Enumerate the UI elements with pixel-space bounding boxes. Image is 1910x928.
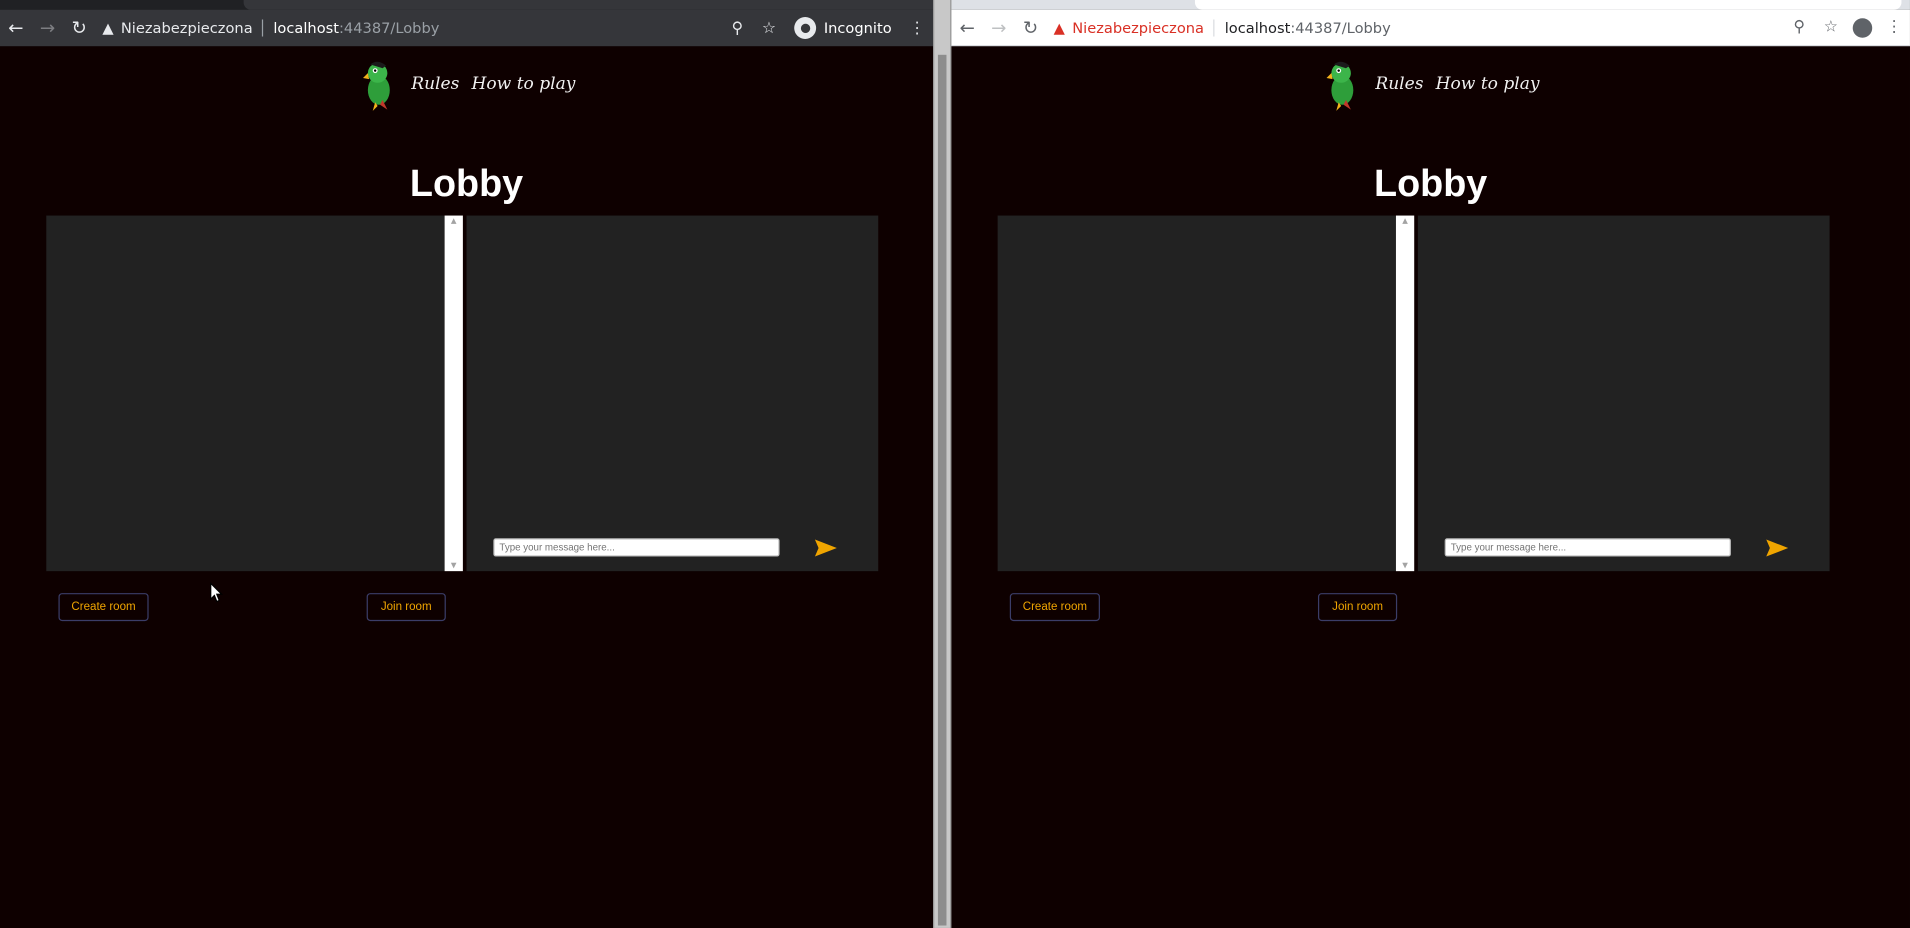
incognito-label: Incognito — [823, 19, 892, 37]
join-room-button[interactable]: Join room — [366, 593, 446, 622]
scroll-up-icon[interactable]: ▲ — [1396, 217, 1414, 226]
security-label[interactable]: Niezabezpieczona — [121, 19, 253, 36]
url-host[interactable]: localhost — [1225, 19, 1291, 36]
url-host[interactable]: localhost — [273, 19, 339, 36]
parrot-logo-icon[interactable] — [358, 56, 399, 112]
site-header: Rules How to play — [951, 56, 1910, 112]
forward-arrow-icon[interactable]: → — [32, 12, 64, 44]
room-list-panel[interactable] — [46, 215, 445, 572]
window-splitter[interactable] — [933, 0, 952, 928]
room-list-scrollbar[interactable]: ▲ ▼ — [1395, 215, 1415, 572]
page-viewport: Rules How to play Lobby ▲ ▼ Type your me… — [951, 46, 1910, 928]
menu-dots-icon[interactable]: ⋮ — [1878, 12, 1910, 44]
site-header: Rules How to play — [0, 56, 933, 112]
create-room-button[interactable]: Create room — [1009, 593, 1100, 622]
tab-strip — [951, 0, 1910, 10]
nav-link-rules[interactable]: Rules — [1375, 74, 1423, 93]
back-arrow-icon[interactable]: ← — [951, 12, 983, 44]
address-bar[interactable]: ▲ Niezabezpieczona localhost:44387/Lobby — [1046, 12, 1783, 44]
browser-tab[interactable] — [1194, 0, 1902, 10]
chat-message-input[interactable]: Type your message here... — [493, 538, 780, 557]
chat-panel: Type your message here... — [466, 215, 879, 572]
incognito-indicator[interactable]: ● Incognito — [785, 17, 902, 39]
browser-window-normal: ← → ↻ ▲ Niezabezpieczona localhost:44387… — [951, 0, 1910, 928]
page-title: Lobby — [409, 161, 524, 205]
forward-arrow-icon[interactable]: → — [983, 12, 1015, 44]
send-icon[interactable] — [1765, 538, 1789, 557]
warning-icon[interactable]: ▲ — [1054, 19, 1065, 36]
zoom-icon[interactable]: ⚲ — [721, 12, 753, 44]
star-icon[interactable]: ☆ — [753, 12, 785, 44]
scroll-down-icon[interactable]: ▼ — [445, 561, 463, 570]
send-icon[interactable] — [814, 538, 838, 557]
scroll-up-icon[interactable]: ▲ — [445, 217, 463, 226]
nav-link-rules[interactable]: Rules — [411, 74, 459, 93]
page-viewport: Rules How to play Lobby ▲ ▼ Type your me… — [0, 46, 934, 928]
url-path[interactable]: :44387/Lobby — [1290, 19, 1390, 36]
room-list-scrollbar[interactable]: ▲ ▼ — [444, 215, 463, 572]
browser-tab[interactable] — [243, 0, 934, 10]
reload-icon[interactable]: ↻ — [63, 12, 95, 44]
url-separator — [262, 19, 264, 37]
zoom-icon[interactable]: ⚲ — [1783, 12, 1815, 44]
chat-panel: Type your message here... — [1417, 215, 1830, 572]
create-room-button[interactable]: Create room — [58, 593, 149, 622]
nav-link-how-to-play[interactable]: How to play — [1436, 74, 1540, 93]
nav-link-how-to-play[interactable]: How to play — [472, 74, 576, 93]
parrot-logo-icon[interactable] — [1322, 56, 1363, 112]
url-separator — [1213, 18, 1215, 36]
reload-icon[interactable]: ↻ — [1015, 12, 1047, 44]
mouse-cursor-icon — [210, 582, 224, 603]
address-bar[interactable]: ▲ Niezabezpieczona localhost:44387/Lobby — [95, 12, 721, 44]
browser-toolbar: ← → ↻ ▲ Niezabezpieczona localhost:44387… — [0, 9, 934, 47]
splitter-scroll-thumb[interactable] — [937, 54, 947, 926]
browser-window-incognito: ← → ↻ ▲ Niezabezpieczona localhost:44387… — [0, 0, 934, 928]
url-path[interactable]: :44387/Lobby — [339, 19, 439, 36]
security-label[interactable]: Niezabezpieczona — [1072, 19, 1204, 36]
room-list-panel[interactable] — [997, 215, 1396, 572]
browser-toolbar: ← → ↻ ▲ Niezabezpieczona localhost:44387… — [951, 9, 1910, 47]
join-room-button[interactable]: Join room — [1317, 593, 1398, 622]
scroll-down-icon[interactable]: ▼ — [1396, 561, 1414, 570]
page-title: Lobby — [1374, 161, 1488, 205]
back-arrow-icon[interactable]: ← — [0, 12, 32, 44]
menu-dots-icon[interactable]: ⋮ — [901, 12, 933, 44]
chat-message-input[interactable]: Type your message here... — [1444, 538, 1731, 557]
desktop: ← → ↻ ▲ Niezabezpieczona localhost:44387… — [0, 0, 1910, 928]
star-icon[interactable]: ☆ — [1815, 12, 1847, 44]
tab-strip — [0, 0, 934, 10]
warning-icon[interactable]: ▲ — [102, 19, 113, 36]
incognito-icon: ● — [794, 17, 817, 39]
profile-icon[interactable] — [1847, 12, 1879, 44]
